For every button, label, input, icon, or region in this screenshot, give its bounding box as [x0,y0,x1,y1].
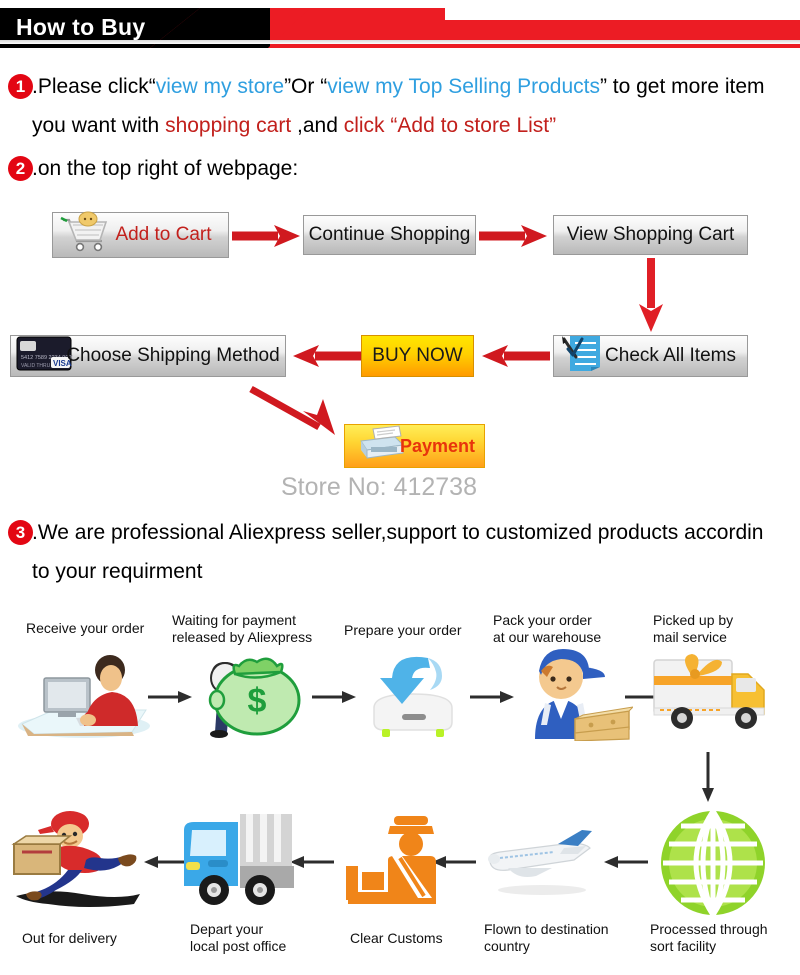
warehouse-worker-icon [535,649,633,741]
step3b-t1: to your requirment [32,560,203,583]
add-to-cart-label: Add to Cart [115,224,212,245]
buy-now-button[interactable]: BUY NOW [361,335,474,377]
step-3-line-2: to your requirment [32,558,202,586]
customs-officer-icon [346,816,436,904]
view-top-selling-products-link[interactable]: view my Top Selling Products [327,75,600,98]
flow-label-waiting-for-payment: Waiting for payment released by Aliexpre… [172,612,313,645]
flow-label-receive-your-order: Receive your order [26,620,145,636]
flow-label-picked-up-by-mail: Picked up by mail service [653,612,734,645]
store-number: Store No: 412738 [281,473,477,501]
step-2-line-1: .on the top right of webpage: [32,155,298,183]
credit-card-icon: 5412 7589 2234 9001 VALID THRU VISA [15,334,75,378]
step1b-t3: ,and [291,114,344,137]
money-bag-icon: $ [208,657,301,738]
view-my-store-link[interactable]: view my store [156,75,284,98]
arrow-buynow-to-shipping [293,345,361,367]
running-courier-icon [11,811,140,907]
payment-button[interactable]: Payment [344,424,485,468]
flow-arrow-2 [312,691,356,703]
check-all-items-label: Check All Items [605,345,736,366]
shopping-cart-text: shopping cart [165,114,292,137]
banner-shadow [0,40,800,44]
continue-shopping-label: Continue Shopping [308,224,471,245]
step-1-line-2: you want with shopping cart ,and click “… [32,112,556,140]
add-to-store-list-text: click “Add to store List” [343,114,557,137]
person-at-computer-icon [18,655,150,738]
flow-label-prepare-your-order: Prepare your order [344,622,462,638]
arrow-viewcart-to-checkitems [639,258,663,332]
flow-arrow-1 [148,691,192,703]
shopping-cart-icon [57,211,111,259]
airplane-icon [488,830,592,895]
view-shopping-cart-label: View Shopping Cart [566,224,735,245]
step1-t3: ”Or “ [284,75,328,98]
page-title: How to Buy [16,14,146,40]
flow-label-pack-your-order: Pack your order at our warehouse [493,612,602,645]
buy-now-label: BUY NOW [372,345,463,366]
delivery-truck-icon [653,654,765,729]
arrow-continue-to-viewcart [479,225,547,247]
choose-shipping-method-label: Choose Shipping Method [66,345,280,366]
choose-shipping-method-button[interactable]: 5412 7589 2234 9001 VALID THRU VISA Choo… [10,335,286,377]
flow-label-out-for-delivery: Out for delivery [22,930,117,946]
step-3-number: 3 [8,520,33,545]
flow-label-clear-customs: Clear Customs [350,930,443,946]
arrow-cart-to-continue [232,225,300,247]
check-all-items-button[interactable]: Check All Items [553,335,748,377]
arrow-checkitems-to-buynow [482,345,550,367]
view-shopping-cart-button[interactable]: View Shopping Cart [553,215,748,255]
continue-shopping-button[interactable]: Continue Shopping [303,215,476,255]
post-truck-icon [184,814,294,905]
step3-t1: .We are professional Aliexpress seller,s… [32,521,764,544]
step1-t1: .Please click“ [32,75,156,98]
flow-arrow-vertical-down [702,752,714,802]
flow-label-processed-sort-facility: Processed through sort facility [650,921,768,954]
svg-text:$: $ [248,682,267,720]
flow-arrow-8 [144,856,184,868]
flow-arrow-5 [604,856,648,868]
step1b-t1: you want with [32,114,166,137]
checklist-icon [558,333,606,379]
payment-label: Payment [399,435,476,456]
svg-text:VALID THRU: VALID THRU [21,363,51,369]
cash-register-icon [351,423,407,469]
flow-label-flown-to-destination: Flown to destination country [484,921,609,954]
add-to-cart-button[interactable]: Add to Cart [52,211,229,259]
download-arrow-icon [373,656,453,737]
arrow-shipping-to-payment [249,385,335,435]
flow-arrow-3 [470,691,514,703]
globe-icon [661,809,765,917]
step-1-number: 1 [8,74,33,99]
step-3-line-1: .We are professional Aliexpress seller,s… [32,519,763,547]
step-1-line-1: .Please click“view my store”Or “view my … [32,73,765,101]
flow-label-depart-local-post-office: Depart your local post office [190,921,287,954]
step-2-number: 2 [8,156,33,181]
step2-t1: .on the top right of webpage: [32,157,299,180]
step1-t5: ” to get more item [599,75,765,98]
